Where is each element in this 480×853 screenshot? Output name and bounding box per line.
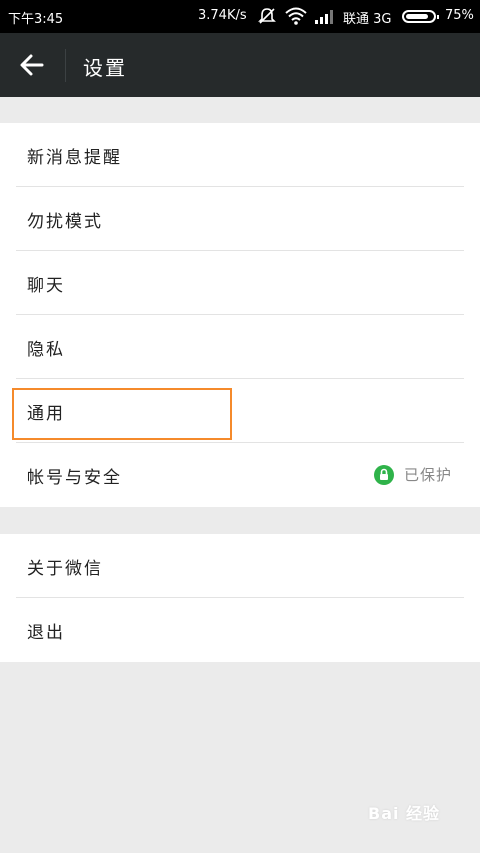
title-divider — [65, 49, 66, 82]
settings-item-label: 隐私 — [27, 340, 65, 360]
battery-percent: 75% — [445, 8, 474, 23]
page-title: 设置 — [83, 56, 127, 80]
lock-icon — [374, 465, 394, 485]
settings-item-privacy[interactable]: 隐私 — [0, 315, 480, 379]
settings-item-label: 关于微信 — [27, 559, 103, 579]
settings-item-label: 帐号与安全 — [27, 468, 122, 488]
back-arrow-icon[interactable] — [18, 51, 46, 79]
settings-group-main: 新消息提醒 勿扰模式 聊天 隐私 通用 帐号与安全 已保护 — [0, 123, 480, 507]
settings-item-chat[interactable]: 聊天 — [0, 251, 480, 315]
battery-icon — [402, 10, 439, 23]
mute-bell-icon — [258, 8, 276, 24]
carrier-label: 联通 3G — [343, 12, 392, 27]
status-bar: 下午3:45 3.74K/s 联通 3G 75% — [0, 0, 480, 33]
settings-item-do-not-disturb[interactable]: 勿扰模式 — [0, 187, 480, 251]
settings-item-account-security[interactable]: 帐号与安全 已保护 — [0, 443, 480, 507]
settings-group-secondary: 关于微信 退出 — [0, 534, 480, 662]
watermark: Bai 经验 — [368, 804, 441, 823]
network-speed: 3.74K/s — [198, 8, 247, 23]
settings-item-label: 退出 — [27, 623, 65, 643]
status-time: 下午3:45 — [8, 12, 64, 27]
settings-item-about-wechat[interactable]: 关于微信 — [0, 534, 480, 598]
protection-status: 已保护 — [403, 466, 452, 484]
settings-item-label: 勿扰模式 — [27, 212, 103, 232]
settings-item-logout[interactable]: 退出 — [0, 598, 480, 662]
settings-item-label: 聊天 — [27, 276, 65, 296]
title-bar: 设置 — [0, 33, 480, 97]
settings-item-new-message-notification[interactable]: 新消息提醒 — [0, 123, 480, 187]
signal-icon — [315, 10, 333, 24]
highlight-box — [12, 388, 232, 440]
settings-item-label: 新消息提醒 — [27, 148, 122, 168]
wifi-icon — [285, 7, 307, 25]
